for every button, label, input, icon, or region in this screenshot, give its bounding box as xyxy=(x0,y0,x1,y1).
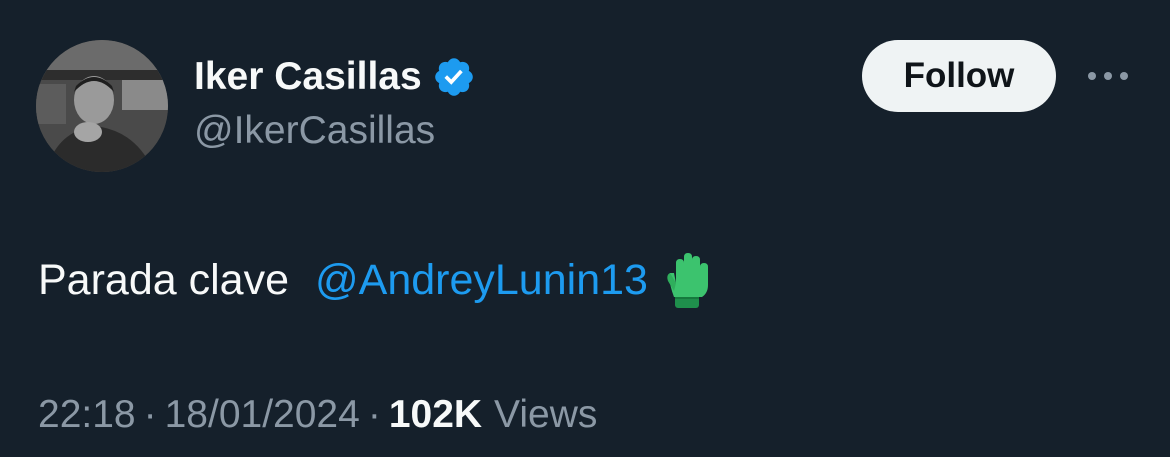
verified-badge-icon xyxy=(432,55,476,99)
display-name[interactable]: Iker Casillas xyxy=(194,50,422,104)
tweet-card: Iker Casillas @IkerCasillas Follow Parad… xyxy=(0,0,1170,457)
follow-button[interactable]: Follow xyxy=(862,40,1056,112)
more-dots-icon[interactable] xyxy=(1080,52,1136,100)
tweet-body: Parada clave xyxy=(38,256,289,304)
views-label: Views xyxy=(494,393,598,436)
meta-separator: · xyxy=(367,393,381,436)
tweet-meta: 22:18 · 18/01/2024 · 102K Views xyxy=(38,390,597,440)
mention-link[interactable]: @AndreyLunin13 xyxy=(315,250,648,310)
goalkeeper-glove-icon xyxy=(662,251,712,309)
avatar-photo xyxy=(36,40,168,172)
tweet-date[interactable]: 18/01/2024 xyxy=(165,393,360,436)
tweet-time[interactable]: 22:18 xyxy=(38,393,136,436)
author-handle[interactable]: @IkerCasillas xyxy=(194,106,435,156)
tweet-text: Parada clave @AndreyLunin13 xyxy=(38,250,712,310)
author-name-row: Iker Casillas xyxy=(194,50,476,104)
meta-separator: · xyxy=(143,393,157,436)
views-count: 102K xyxy=(388,393,483,436)
avatar[interactable] xyxy=(36,40,168,172)
